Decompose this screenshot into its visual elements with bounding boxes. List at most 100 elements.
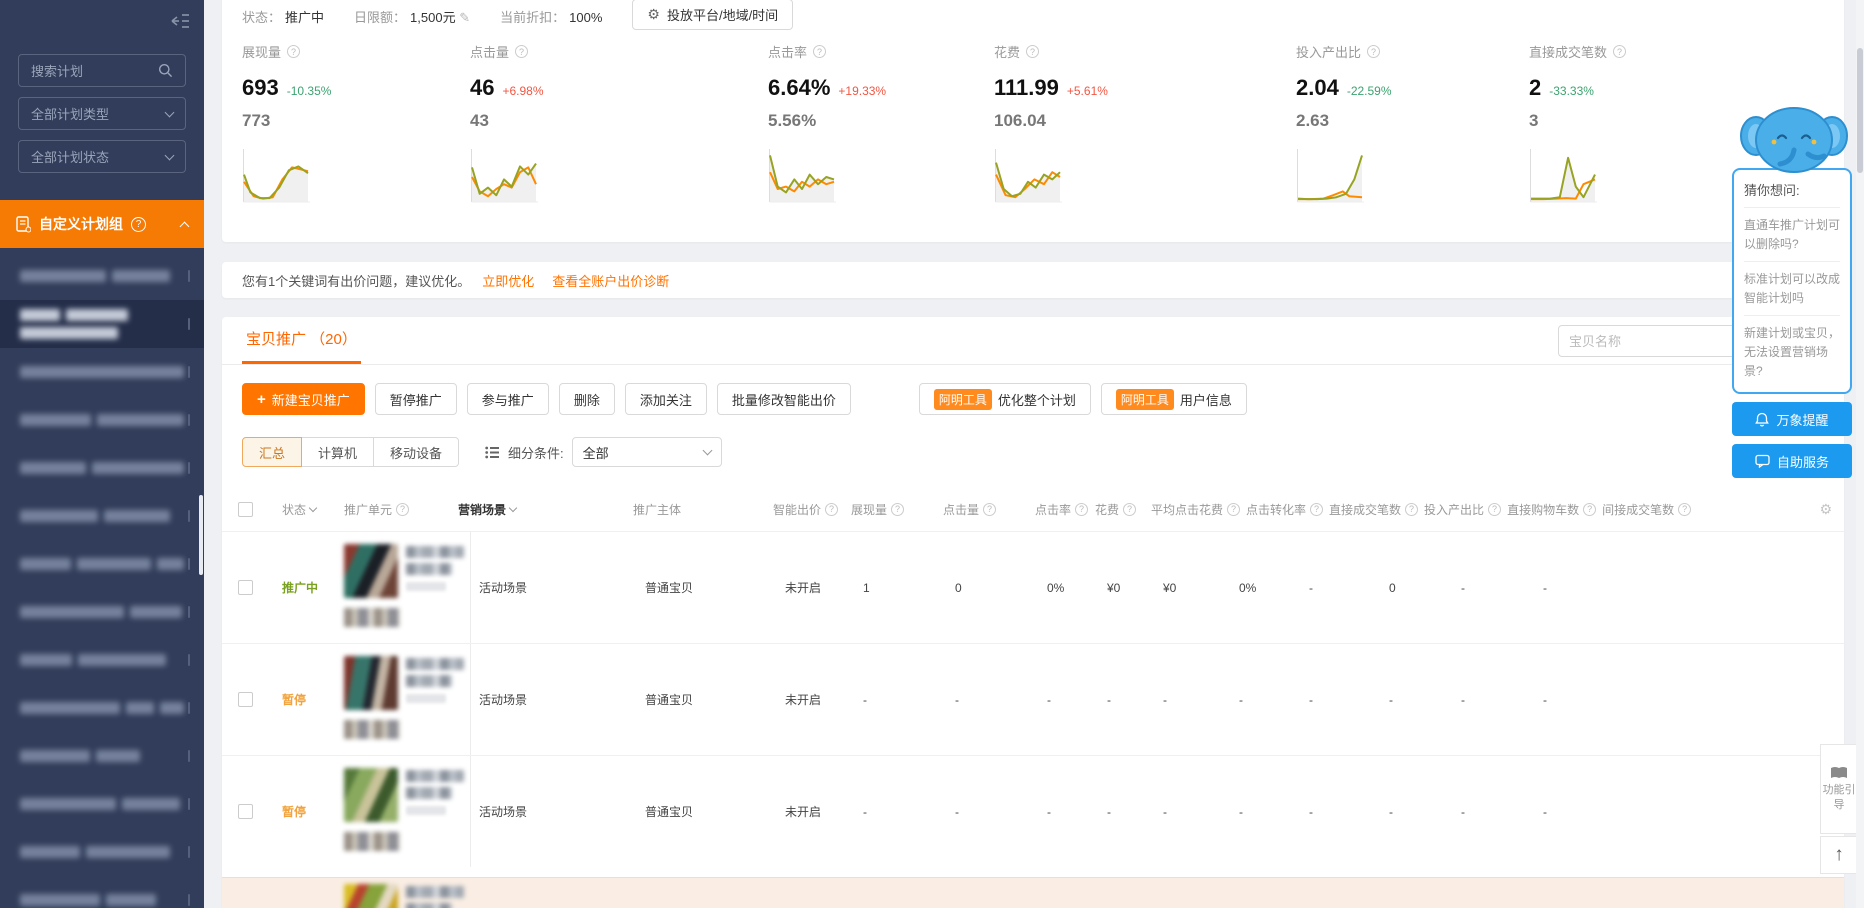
device-tab-1[interactable]: 计算机 (301, 437, 374, 467)
help-icon[interactable]: ? (1227, 503, 1240, 516)
help-icon[interactable]: ? (1583, 503, 1596, 516)
help-icon[interactable]: ? (1075, 503, 1088, 516)
column-settings-gear-icon[interactable]: ⚙ (1819, 501, 1832, 518)
blurred-product-title (406, 546, 464, 558)
column-header[interactable]: 推广主体 (633, 501, 773, 518)
row-checkbox[interactable] (238, 692, 253, 707)
optimize-now-link[interactable]: 立即优化 (482, 271, 534, 290)
column-header[interactable]: 直接成交笔数? (1329, 501, 1424, 518)
scroll-to-top-button[interactable]: ↑ (1820, 836, 1858, 874)
metric-cell: - (863, 805, 955, 819)
sidebar-plan-item[interactable] (0, 780, 204, 828)
account-diagnose-link[interactable]: 查看全账户出价诊断 (552, 271, 669, 290)
help-icon[interactable]: ? (396, 503, 409, 516)
platform-region-time-button[interactable]: ⚙ 投放平台/地域/时间 (632, 0, 793, 30)
blurred-sub-item (344, 608, 400, 627)
edit-pencil-icon[interactable]: ✎ (459, 10, 470, 25)
sidebar-plan-item[interactable] (0, 540, 204, 588)
metric-cell: - (1239, 805, 1309, 819)
sidebar-plan-item[interactable] (0, 444, 204, 492)
column-header[interactable]: 智能出价? (773, 501, 851, 518)
help-icon[interactable]: ? (825, 503, 838, 516)
amin-tool-button[interactable]: 阿明工具用户信息 (1101, 383, 1247, 415)
help-icon[interactable]: ? (515, 45, 528, 58)
help-icon[interactable]: ? (1310, 503, 1323, 516)
item-name-search-input[interactable] (1558, 325, 1740, 357)
segment-filter-select[interactable]: 全部 (572, 437, 722, 467)
column-header[interactable]: 间接成交笔数? (1602, 501, 1697, 518)
column-header[interactable]: 点击率? (1035, 501, 1095, 518)
column-header[interactable]: 营销场景 (458, 501, 633, 518)
current-discount: 当前折扣：100% (500, 7, 602, 26)
bulk-action-button[interactable]: 批量修改智能出价 (717, 383, 851, 415)
promotion-unit-cell[interactable] (344, 532, 470, 627)
bulk-action-button[interactable]: 暂停推广 (375, 383, 457, 415)
help-icon[interactable]: ? (287, 45, 300, 58)
collapse-sidebar-icon[interactable] (170, 12, 190, 30)
column-header[interactable]: 展现量? (851, 501, 943, 518)
sidebar-plan-item[interactable] (0, 252, 204, 300)
sidebar-plan-item[interactable] (0, 876, 204, 908)
window-scrollbar-thumb[interactable] (1857, 48, 1863, 173)
sidebar-scrollbar[interactable] (199, 495, 203, 575)
metric-cell: - (1107, 693, 1163, 707)
column-header[interactable]: 状态 (282, 501, 344, 518)
help-icon[interactable]: ? (1488, 503, 1501, 516)
bulk-action-button[interactable]: 参与推广 (467, 383, 549, 415)
row-checkbox[interactable] (238, 580, 253, 595)
amin-tool-button[interactable]: 阿明工具优化整个计划 (919, 383, 1091, 415)
help-icon[interactable]: ? (891, 503, 904, 516)
suggested-question[interactable]: 直通车推广计划可以删除吗? (1744, 207, 1840, 261)
help-icon[interactable]: ? (1123, 503, 1136, 516)
row-checkbox[interactable] (238, 804, 253, 819)
column-header[interactable]: 平均点击花费? (1151, 501, 1246, 518)
promotion-unit-cell[interactable] (344, 644, 470, 739)
sidebar-plan-item[interactable] (0, 828, 204, 876)
plan-type-select[interactable]: 全部计划类型 (18, 97, 186, 130)
column-header[interactable]: 点击量? (943, 501, 1035, 518)
sidebar-plan-item[interactable] (0, 492, 204, 540)
elephant-mascot[interactable] (1738, 102, 1850, 174)
help-icon[interactable]: ? (813, 45, 826, 58)
help-icon[interactable]: ? (983, 503, 996, 516)
sidebar-plan-item[interactable] (0, 396, 204, 444)
help-icon[interactable]: ? (1026, 45, 1039, 58)
column-header[interactable]: 花费? (1095, 501, 1151, 518)
sidebar-group-custom-plans[interactable]: 自定义计划组 ? (0, 200, 204, 248)
help-icon[interactable]: ? (1678, 503, 1691, 516)
help-icon[interactable]: ? (1613, 45, 1626, 58)
bulk-action-button[interactable]: 添加关注 (625, 383, 707, 415)
suggested-question[interactable]: 标准计划可以改成智能计划吗 (1744, 261, 1840, 315)
search-icon (158, 63, 173, 78)
metrics-card: 状态：推广中 日限额：1,500元 ✎ 当前折扣：100% ⚙ 投放平台/地域/… (222, 0, 1844, 242)
column-header[interactable]: 推广单元? (344, 501, 458, 518)
blurred-plan-name (130, 606, 182, 618)
sidebar-plan-item[interactable] (0, 588, 204, 636)
sidebar-plan-item[interactable] (0, 348, 204, 396)
help-icon[interactable]: ? (1405, 503, 1418, 516)
device-tab-2[interactable]: 移动设备 (373, 437, 459, 467)
bulk-action-button[interactable]: 删除 (559, 383, 615, 415)
sidebar-plan-item[interactable] (0, 684, 204, 732)
suggested-question[interactable]: 新建计划或宝贝，无法设置营销场景? (1744, 315, 1840, 388)
wanxiang-reminder-button[interactable]: 万象提醒 (1732, 402, 1852, 436)
help-icon[interactable]: ? (1367, 45, 1380, 58)
new-item-promotion-button[interactable]: +新建宝贝推广 (242, 383, 365, 415)
column-header[interactable]: 投入产出比? (1424, 501, 1507, 518)
device-tab-0[interactable]: 汇总 (242, 437, 302, 467)
chevron-up-icon (180, 221, 190, 231)
plan-status-select[interactable]: 全部计划状态 (18, 140, 186, 173)
sidebar-plan-item[interactable] (0, 300, 204, 348)
sidebar-plan-item[interactable] (0, 732, 204, 780)
tab-item-promotion[interactable]: 宝贝推广 （20） (242, 328, 361, 364)
search-plan-input[interactable]: 搜索计划 (18, 54, 186, 87)
feature-guide-button[interactable]: 功能引导 (1820, 744, 1858, 834)
help-icon[interactable]: ? (131, 217, 146, 232)
column-header[interactable]: 直接购物车数? (1507, 501, 1602, 518)
sidebar-plan-item[interactable] (0, 636, 204, 684)
promotion-unit-cell[interactable] (344, 756, 470, 851)
blurred-plan-name (157, 558, 184, 570)
self-service-button[interactable]: 自助服务 (1732, 444, 1852, 478)
select-all-checkbox[interactable] (238, 502, 253, 517)
column-header[interactable]: 点击转化率? (1246, 501, 1329, 518)
